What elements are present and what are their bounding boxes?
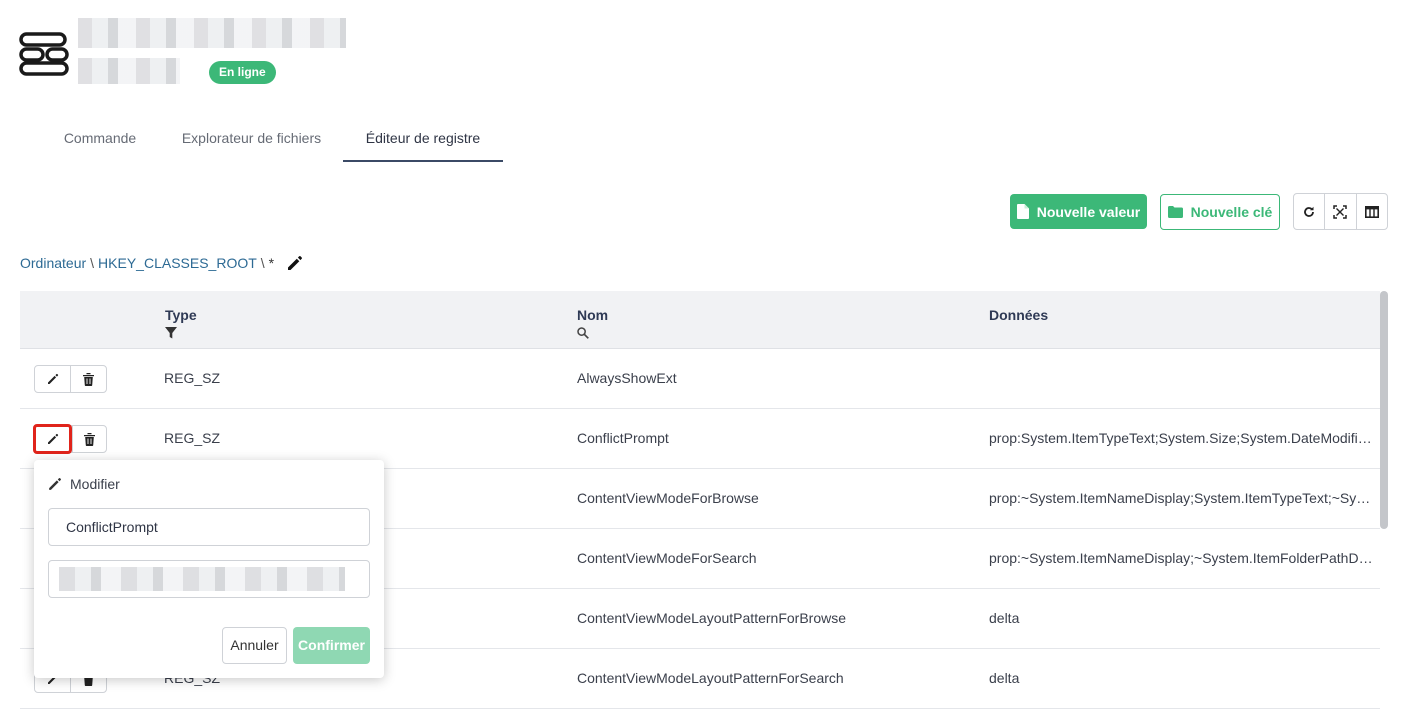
cell-name: ContentViewModeForBrowse bbox=[577, 490, 759, 506]
pencil-icon bbox=[47, 433, 58, 444]
refresh-button[interactable] bbox=[1294, 194, 1324, 229]
device-info-redacted bbox=[78, 58, 180, 84]
breadcrumb-separator: \ bbox=[90, 255, 95, 271]
column-header-data-label: Données bbox=[989, 307, 1049, 323]
columns-button[interactable] bbox=[1355, 194, 1387, 229]
edit-path-icon[interactable] bbox=[286, 254, 304, 272]
refresh-icon bbox=[1304, 206, 1315, 217]
table-scrollbar[interactable] bbox=[1380, 291, 1388, 709]
cell-data: delta bbox=[989, 670, 1020, 686]
fullscreen-button[interactable] bbox=[1324, 194, 1355, 229]
table-row: REG_SZ AlwaysShowExt bbox=[20, 349, 1380, 409]
cell-name: ContentViewModeLayoutPatternForSearch bbox=[577, 670, 844, 686]
search-icon[interactable] bbox=[577, 327, 589, 339]
breadcrumb-separator: \ bbox=[260, 255, 265, 271]
trash-icon bbox=[84, 432, 95, 446]
cell-data: prop:~System.ItemNameDisplay;~System.Ite… bbox=[989, 550, 1374, 566]
cell-data: delta bbox=[989, 610, 1020, 626]
columns-icon bbox=[1364, 205, 1379, 218]
row-actions bbox=[34, 365, 107, 393]
pencil-icon bbox=[47, 373, 58, 384]
app-logo bbox=[19, 32, 69, 76]
tab-registry-editor[interactable]: Éditeur de registre bbox=[343, 116, 503, 162]
tab-file-explorer[interactable]: Explorateur de fichiers bbox=[160, 116, 343, 162]
trash-icon bbox=[83, 372, 94, 386]
cancel-button[interactable]: Annuler bbox=[222, 627, 287, 664]
table-header: Type Nom Données bbox=[20, 291, 1380, 349]
name-field[interactable]: ConflictPrompt bbox=[48, 508, 370, 546]
cell-name: ConflictPrompt bbox=[577, 430, 669, 446]
pencil-icon bbox=[49, 478, 61, 490]
column-header-data: Données bbox=[989, 307, 1048, 323]
new-value-button[interactable]: Nouvelle valeur bbox=[1010, 194, 1147, 229]
edit-button[interactable] bbox=[35, 366, 70, 392]
row-actions bbox=[33, 424, 107, 454]
popover-title: Modifier bbox=[48, 476, 120, 492]
column-header-type-label: Type bbox=[165, 307, 197, 323]
tab-bar: Commande Explorateur de fichiers Éditeur… bbox=[40, 116, 503, 162]
tab-command[interactable]: Commande bbox=[40, 116, 160, 162]
cell-data bbox=[989, 349, 1374, 408]
column-header-type: Type bbox=[165, 307, 197, 339]
cell-name: ContentViewModeLayoutPatternForBrowse bbox=[577, 610, 847, 626]
edit-popover: Modifier ConflictPrompt Annuler Confirme… bbox=[34, 460, 384, 678]
cell-data: prop:System.ItemTypeText;System.Size;Sys… bbox=[989, 430, 1374, 446]
folder-icon bbox=[1167, 206, 1183, 218]
breadcrumb-current: * bbox=[268, 255, 275, 271]
scrollbar-thumb[interactable] bbox=[1380, 291, 1388, 529]
filter-icon[interactable] bbox=[165, 327, 177, 339]
cell-name: ContentViewModeForSearch bbox=[577, 550, 757, 566]
file-icon bbox=[1016, 204, 1029, 219]
new-key-label: Nouvelle clé bbox=[1190, 204, 1273, 220]
new-key-button[interactable]: Nouvelle clé bbox=[1160, 194, 1280, 230]
cell-name: AlwaysShowExt bbox=[577, 370, 677, 386]
fullscreen-icon bbox=[1333, 204, 1348, 219]
delete-button[interactable] bbox=[72, 426, 106, 452]
popover-title-label: Modifier bbox=[70, 476, 120, 492]
new-value-label: Nouvelle valeur bbox=[1036, 203, 1141, 220]
status-badge: En ligne bbox=[209, 61, 276, 84]
breadcrumb-hkey-classes-root[interactable]: HKEY_CLASSES_ROOT bbox=[98, 255, 257, 271]
value-redacted bbox=[59, 567, 345, 591]
view-button-group bbox=[1293, 193, 1388, 230]
edit-button-highlighted[interactable] bbox=[33, 424, 72, 454]
value-field[interactable] bbox=[48, 560, 370, 598]
cell-data: prop:~System.ItemNameDisplay;System.Item… bbox=[989, 490, 1374, 506]
delete-button[interactable] bbox=[70, 366, 106, 392]
breadcrumb-computer[interactable]: Ordinateur bbox=[20, 255, 86, 271]
device-name-redacted bbox=[78, 18, 346, 48]
column-header-name-label: Nom bbox=[577, 307, 609, 323]
confirm-button[interactable]: Confirmer bbox=[293, 627, 370, 664]
cell-type: REG_SZ bbox=[164, 370, 221, 386]
breadcrumb: Ordinateur \ HKEY_CLASSES_ROOT \ * bbox=[20, 254, 304, 272]
column-header-name: Nom bbox=[577, 307, 608, 339]
